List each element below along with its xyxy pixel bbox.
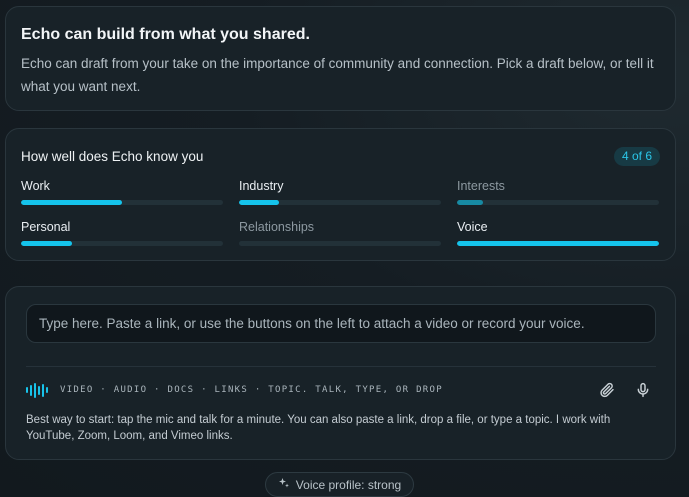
metric-relationships: Relationships [239, 220, 441, 246]
composer-placeholder: Type here. Paste a link, or use the butt… [39, 316, 585, 331]
metric-label: Voice [457, 220, 488, 234]
metric-bar-fill [457, 200, 484, 205]
metric-interests: Interests [457, 179, 659, 205]
knowledge-count-badge: 4 of 6 [613, 147, 660, 166]
paperclip-icon[interactable] [598, 381, 616, 399]
knowledge-header: How well does Echo know you 4 of 6 [21, 147, 660, 166]
voice-profile-label: Voice profile: strong [295, 477, 402, 492]
metric-label: Personal [21, 220, 71, 234]
input-modes: VIDEO · AUDIO · DOCS · LINKS · TOPIC. TA… [60, 385, 443, 395]
composer-card: Type here. Paste a link, or use the butt… [5, 286, 676, 460]
voice-profile-pill[interactable]: Voice profile: strong [265, 472, 414, 497]
metric-bar-fill [21, 241, 72, 246]
sparkle-icon [278, 477, 290, 492]
metric-label: Work [21, 179, 50, 193]
metric-label: Relationships [239, 220, 315, 234]
metric-voice: Voice [457, 220, 659, 246]
metric-bar [239, 200, 441, 205]
metric-bar-fill [239, 200, 280, 205]
metric-bar [457, 241, 659, 246]
metric-bar [21, 241, 223, 246]
page: Echo can build from what you shared. Ech… [0, 0, 689, 497]
composer-toolbar-left: VIDEO · AUDIO · DOCS · LINKS · TOPIC. TA… [26, 382, 443, 398]
composer-toolbar-right [598, 381, 656, 399]
metric-industry: Industry [239, 179, 441, 205]
microphone-icon[interactable] [634, 381, 652, 399]
metric-bar [457, 200, 659, 205]
metric-work: Work [21, 179, 223, 205]
composer-toolbar: VIDEO · AUDIO · DOCS · LINKS · TOPIC. TA… [26, 378, 656, 402]
metric-label: Industry [239, 179, 284, 193]
metric-bar [21, 200, 223, 205]
composer-hint: Best way to start: tap the mic and talk … [26, 414, 611, 442]
intro-title: Echo can build from what you shared. [21, 26, 310, 43]
composer-input[interactable]: Type here. Paste a link, or use the butt… [26, 304, 656, 343]
waveform-icon[interactable] [26, 382, 48, 398]
metric-label: Interests [457, 179, 505, 193]
metric-bar-fill [21, 200, 122, 205]
knowledge-card: How well does Echo know you 4 of 6 Work … [5, 128, 676, 261]
composer-divider [26, 366, 656, 367]
metric-bar [239, 241, 441, 246]
metric-personal: Personal [21, 220, 223, 246]
knowledge-metrics: Work Industry Interests Personal Relatio… [21, 179, 660, 246]
knowledge-title: How well does Echo know you [21, 149, 204, 164]
intro-body: Echo can draft from your take on the imp… [21, 56, 654, 94]
metric-bar-fill [457, 241, 659, 246]
intro-card: Echo can build from what you shared. Ech… [5, 6, 676, 111]
